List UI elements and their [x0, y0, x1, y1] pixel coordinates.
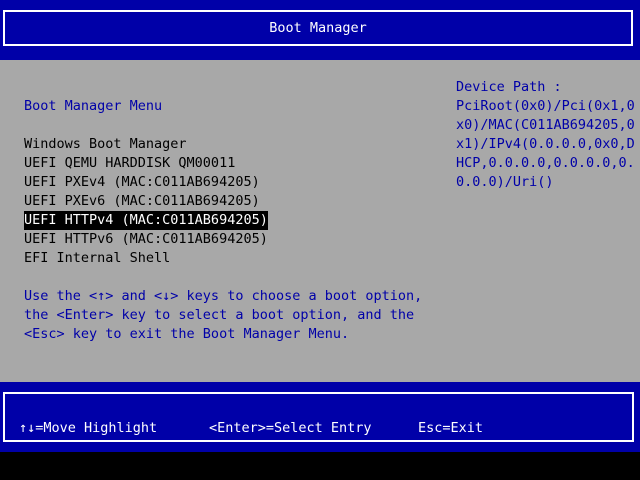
instruction-line: Use the <↑> and <↓> keys to choose a boo…: [24, 288, 423, 304]
instruction-line: the <Enter> key to select a boot option,…: [24, 307, 415, 323]
main-panel: Boot Manager Menu Windows Boot Manager U…: [0, 60, 640, 382]
title-band: Boot Manager: [0, 0, 640, 60]
device-path-line: PciRoot(0x0)/Pci(0x1,0: [456, 98, 635, 114]
device-path-label: Device Path :: [456, 79, 562, 95]
help-move-highlight: ↑↓=Move Highlight: [19, 420, 158, 436]
menu-heading: Boot Manager Menu: [24, 98, 163, 114]
uefi-screen: Boot Manager Boot Manager Menu Windows B…: [0, 0, 640, 480]
help-band: ↑↓=Move Highlight <Enter>=Select Entry E…: [0, 382, 640, 452]
boot-entry-efi-shell[interactable]: EFI Internal Shell: [24, 249, 170, 268]
page-title: Boot Manager: [269, 19, 367, 36]
device-path-line: x1)/IPv4(0.0.0.0,0x0,D: [456, 136, 635, 152]
boot-entry-pxev4[interactable]: UEFI PXEv4 (MAC:C011AB694205): [24, 173, 260, 192]
boot-entry-pxev6[interactable]: UEFI PXEv6 (MAC:C011AB694205): [24, 192, 260, 211]
boot-entry-qemu-harddisk[interactable]: UEFI QEMU HARDDISK QM00011: [24, 154, 235, 173]
boot-entry-httpv4[interactable]: UEFI HTTPv4 (MAC:C011AB694205): [24, 211, 268, 230]
device-path-line: HCP,0.0.0.0,0.0.0.0,0.: [456, 155, 635, 171]
bottom-margin: [0, 452, 640, 480]
title-frame: Boot Manager: [3, 10, 633, 46]
help-exit: Esc=Exit: [418, 420, 484, 436]
device-path-line: x0)/MAC(C011AB694205,0: [456, 117, 635, 133]
instruction-line: <Esc> key to exit the Boot Manager Menu.: [24, 326, 350, 342]
device-path-line: 0.0.0)/Uri(): [456, 174, 554, 190]
help-frame: ↑↓=Move Highlight <Enter>=Select Entry E…: [3, 392, 634, 442]
help-select-entry: <Enter>=Select Entry: [209, 420, 372, 436]
boot-entry-httpv6[interactable]: UEFI HTTPv6 (MAC:C011AB694205): [24, 230, 268, 249]
boot-entry-windows[interactable]: Windows Boot Manager: [24, 135, 187, 154]
